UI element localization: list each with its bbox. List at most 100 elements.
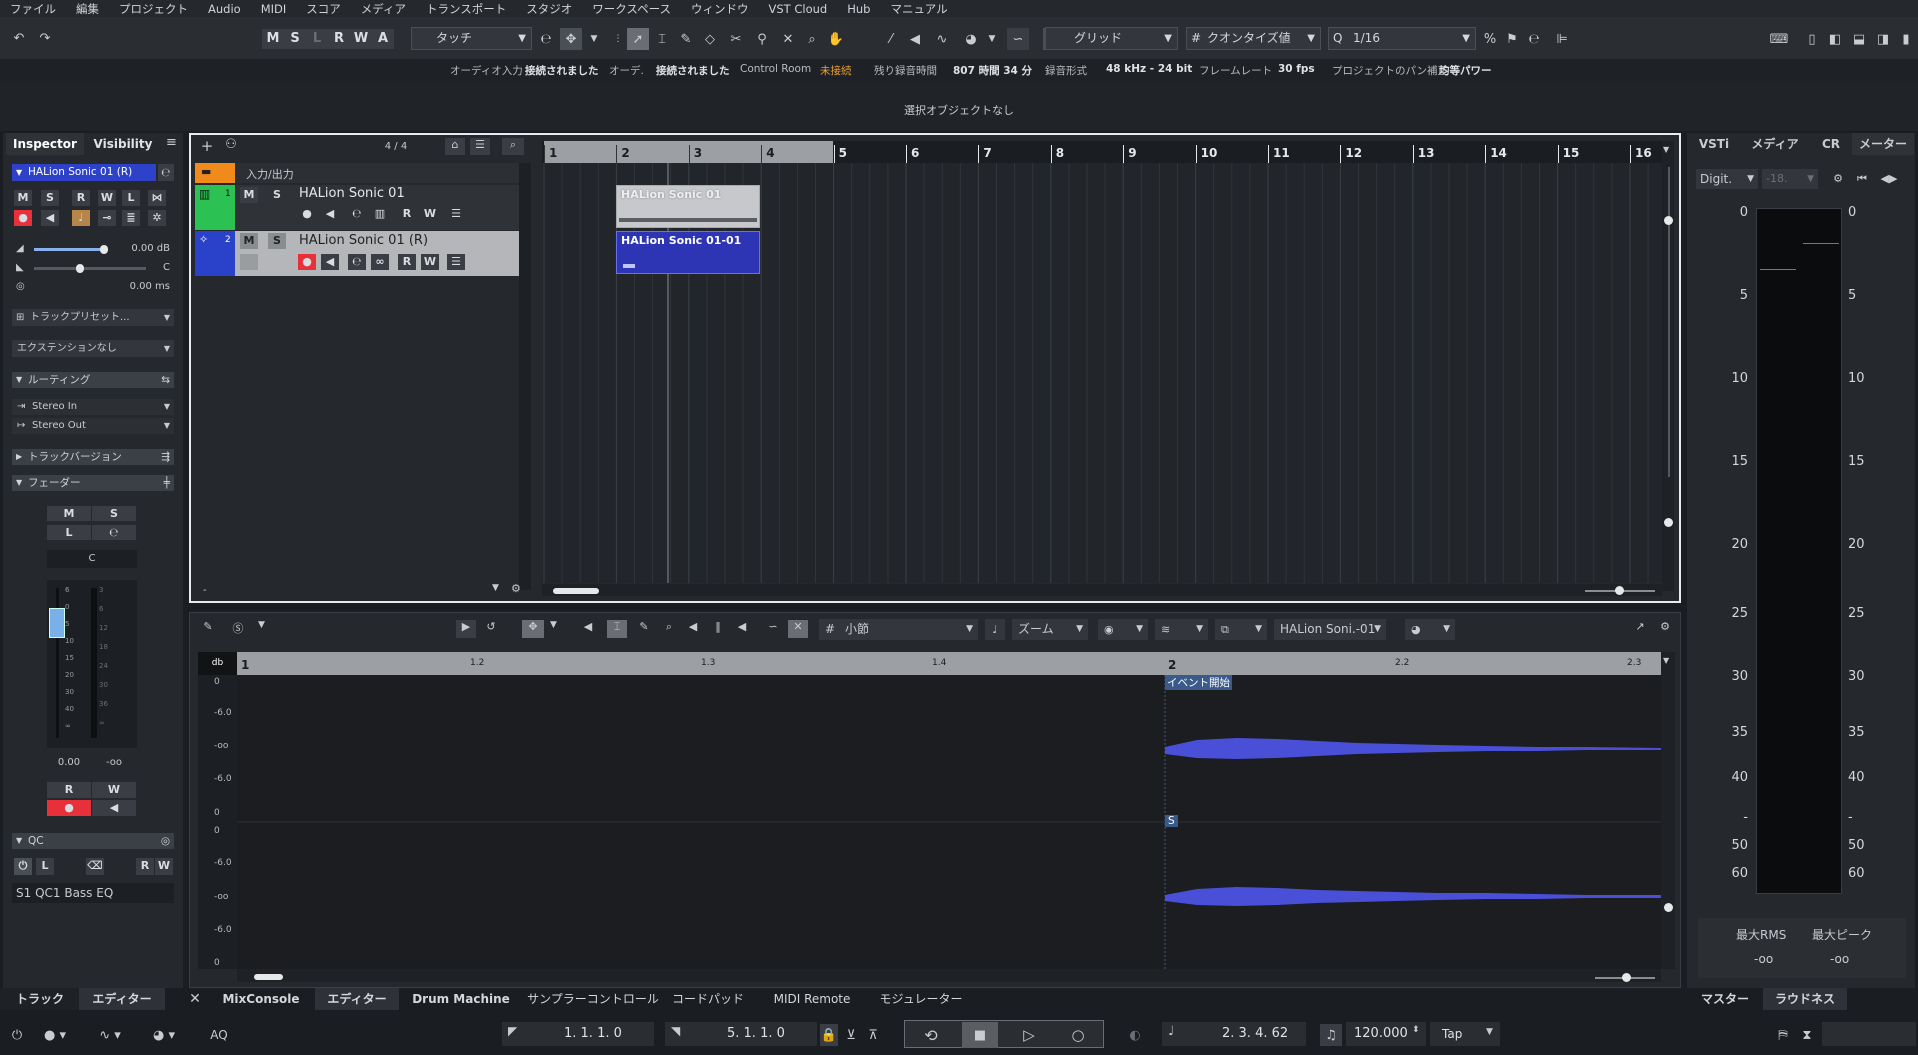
keyboard-icon[interactable]: ⌨ [1768,28,1790,50]
qc-read-button[interactable]: R [136,858,154,875]
editor-hscroll[interactable] [237,969,1661,982]
meter-settings-icon[interactable]: ⚙ [1828,169,1848,189]
zoom-select[interactable]: ズーム ▼ [1012,619,1088,640]
toolbar-mode-m-button[interactable]: M [262,29,284,49]
editor-color-select[interactable]: ◕ ▼ [1405,619,1455,640]
waveform-display[interactable]: イベント開始 S [237,675,1661,969]
lock-icon[interactable]: 🔒 [820,1024,838,1046]
track-1-mute-button[interactable]: M [240,187,258,203]
pointer-tool-icon[interactable]: ➚ [627,28,649,50]
zoom-slider[interactable] [1585,586,1655,595]
menu-item-3[interactable]: Audio [198,2,251,16]
punch-in-icon[interactable]: ⊻ [842,1024,860,1046]
track-2-link-icon[interactable]: ∞ [371,254,389,270]
event-start-marker[interactable]: イベント開始 [1165,675,1232,690]
tab-drum-machine[interactable]: Drum Machine [399,988,523,1010]
record-enable-icon[interactable]: ● [14,210,32,226]
quantize-apply-icon[interactable]: ⚑ [1502,28,1522,50]
editor-audition-icon[interactable]: ◀ [732,620,752,638]
toolbar-mode-w-button[interactable]: W [350,29,372,49]
track-2-record-icon[interactable]: ● [298,254,316,270]
tap-tempo[interactable]: Tap ▼ [1430,1022,1500,1046]
range-tool-icon[interactable]: ⌶ [652,28,672,50]
tab-track[interactable]: トラック [14,988,66,1010]
menu-icon[interactable]: ≡ [166,135,177,150]
project-hscroll[interactable] [542,584,1662,596]
folder-track-row[interactable] [195,163,519,183]
track-search-icon[interactable]: ⌕ [502,138,524,155]
power-icon[interactable]: ⏻ [6,1024,28,1046]
play-tool-icon[interactable]: ▶ [456,620,476,638]
editor-vzoom-handle[interactable] [1664,903,1673,912]
chevron-down-icon[interactable]: ▼ [258,620,272,638]
menu-item-9[interactable]: ワークスペース [582,1,681,17]
minus-icon[interactable]: - [203,585,207,596]
tab-chord-pads[interactable]: コードパッド [663,988,753,1010]
eraser-tool-icon[interactable]: ◇ [700,28,720,50]
qc-section[interactable]: ▼ QC ◎ [12,833,174,849]
freeze-icon[interactable]: ✲ [148,210,166,226]
zoom-tool-icon[interactable]: ⌕ [802,28,822,50]
zoom-vertical-handle[interactable] [1664,518,1673,527]
menu-item-8[interactable]: スタジオ [516,1,582,17]
track-2-edit-icon[interactable]: ℮ [348,254,366,270]
clip-select[interactable]: HALion Soni.-01 ▼ [1274,619,1386,640]
track-2-solo-button[interactable]: S [268,233,286,249]
qc-learn-icon[interactable]: L [36,858,54,875]
track-1-lanes-icon[interactable]: ☰ [447,206,465,222]
monitor-icon[interactable]: ◀ [41,210,59,226]
waveform-mode-select[interactable]: ∿ ▾ [90,1024,130,1046]
event-audio[interactable]: HALion Sonic 01-01 [616,231,760,274]
track-1-name[interactable]: HALion Sonic 01 [299,186,405,201]
redo-icon[interactable]: ↷ [34,27,56,49]
track-2-write-button[interactable]: W [421,254,439,270]
cycle-icon[interactable]: ⟲ [916,1024,946,1046]
follow-icon[interactable]: ◐ [1124,1024,1146,1046]
timebase-icon[interactable]: ♩ [72,210,90,226]
right-locator[interactable]: ◥ 5. 1. 1. 0 [665,1022,817,1046]
edit-instrument-icon[interactable]: ℮ [158,164,174,181]
editor-zoom-slider[interactable] [1595,973,1655,982]
volume-slider[interactable] [34,245,108,254]
track-list-icon[interactable]: ☰ [470,138,490,155]
color-tool-icon[interactable]: ◕ [960,28,982,50]
solo-editor-icon[interactable]: Ⓢ [228,620,248,638]
chevron-down-icon[interactable]: ▼ [550,620,564,638]
track-2-empty-slot[interactable] [240,254,258,270]
warp-icon[interactable]: ‖ [708,620,728,638]
output-routing-select[interactable]: ↦ Stereo Out ▼ [12,418,174,434]
note-icon[interactable]: ♩ [985,619,1005,640]
editor-ruler[interactable] [237,652,1661,675]
track-2-mute-button[interactable]: M [240,233,258,249]
write-button[interactable]: W [92,782,136,798]
toolbar-mode-r-button[interactable]: R [328,29,350,49]
record-mode-select[interactable]: ● ▾ [36,1024,74,1046]
glue-tool-icon[interactable]: ⚲ [752,28,772,50]
marker-icon[interactable]: ⛿ [1772,1024,1794,1046]
fader-edit-button[interactable]: ℮ [92,525,136,540]
settings-icon[interactable]: ⚙ [511,582,521,595]
track-1-keyboard-icon[interactable]: ▥ [371,206,389,222]
open-in-window-icon[interactable]: ↗ [1630,620,1650,638]
fader-monitor-icon[interactable]: ◀ [92,800,136,816]
line-tool-icon[interactable]: ⁄ [881,28,901,50]
editor-snap-icon[interactable]: ∽ [763,620,783,638]
track-height-handle[interactable] [1664,216,1673,225]
align-icon[interactable]: ⊫ [1551,28,1573,50]
clip-copy-select[interactable]: ⧉ ▼ [1215,619,1267,640]
menu-item-2[interactable]: プロジェクト [109,1,198,17]
track-1-solo-button[interactable]: S [268,187,286,203]
move-tool-icon[interactable]: ✥ [560,28,582,50]
visibility-select[interactable]: ◉ ▼ [1098,619,1148,640]
track-1-record-icon[interactable]: ● [298,206,316,222]
tab-editor-left[interactable]: エディター [79,988,165,1010]
play-icon[interactable]: ▷ [1014,1024,1044,1046]
loop-tool-icon[interactable]: ↺ [481,620,501,638]
editor-settings-icon[interactable]: ⚙ [1655,620,1675,638]
layout-right-icon[interactable]: ◨ [1872,28,1894,50]
meter-direction-icon[interactable]: ◀▶ [1876,169,1902,189]
editor-pencil-icon[interactable]: ✎ [634,620,654,638]
fader-mute-button[interactable]: M [47,506,91,521]
split-icon[interactable]: ⋈ [148,190,166,206]
menu-item-10[interactable]: ウィンドウ [681,1,759,17]
